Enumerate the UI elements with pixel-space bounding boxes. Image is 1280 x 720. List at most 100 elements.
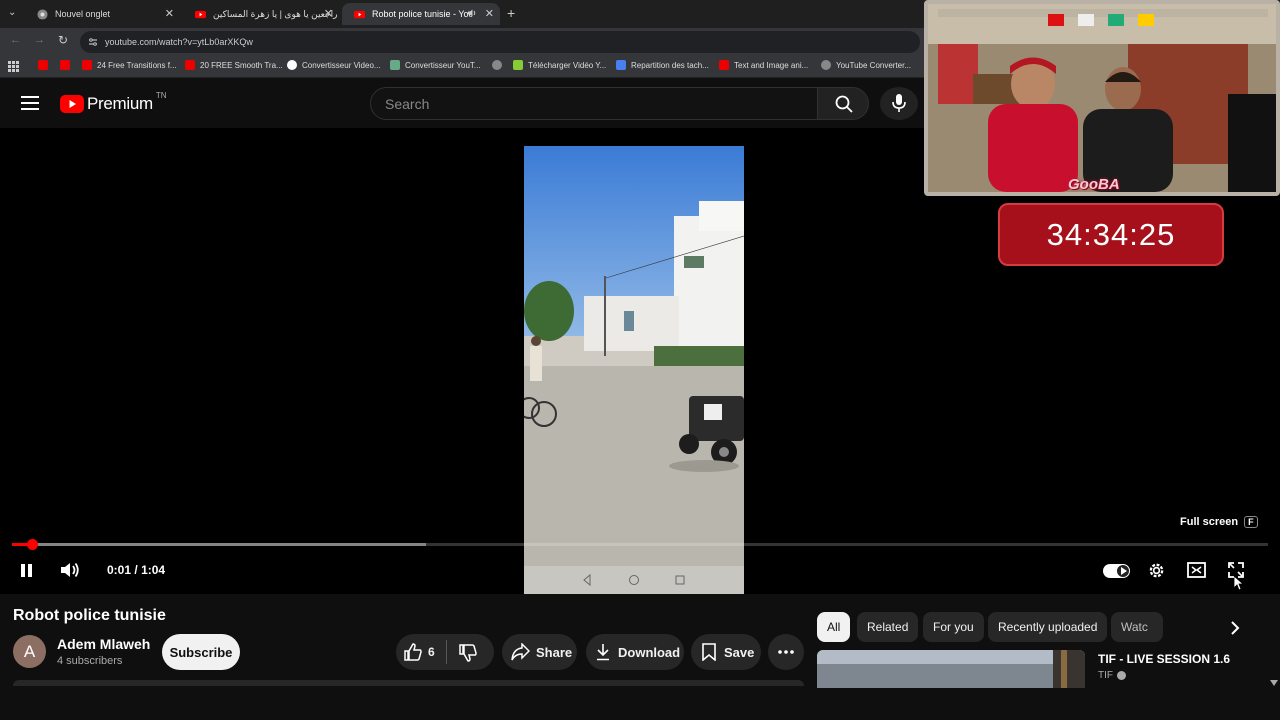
like-divider — [446, 640, 447, 664]
bookmark-item[interactable]: Repartition des tach... — [616, 60, 709, 70]
tab-robot-police[interactable]: Robot police tunisie - YouT ✕ — [342, 3, 500, 25]
reload-icon[interactable]: ↻ — [58, 33, 68, 47]
bookmark-item[interactable]: 24 Free Transitions f... — [82, 60, 177, 70]
youtube-premium-logo[interactable]: Premium TN — [60, 90, 167, 115]
download-icon — [597, 644, 609, 661]
bookmark-item[interactable]: Text and Image ani... — [719, 60, 808, 70]
download-favicon-icon — [513, 60, 523, 70]
webcam-overlay: GooBA — [924, 0, 1280, 196]
bookmark-youtube-2[interactable] — [60, 60, 75, 70]
subscribe-label: Subscribe — [169, 644, 233, 660]
thumbnail-image — [817, 650, 1085, 688]
fullscreen-tooltip: Full screen F — [1180, 516, 1258, 528]
time-separator: / — [134, 563, 138, 577]
save-button[interactable]: Save — [691, 634, 761, 670]
video-frame[interactable] — [524, 146, 744, 594]
thumbs-down-icon[interactable] — [459, 644, 477, 662]
timer-text: 34:34:25 — [1046, 216, 1176, 252]
bookmark-icon — [702, 643, 716, 661]
url-field[interactable]: youtube.com/watch?v=ytLb0arXKQw — [80, 31, 920, 53]
video-content-image — [524, 146, 744, 594]
watch-metadata: Robot police tunisie A Adem Mlaweh 4 sub… — [0, 594, 1280, 720]
chevron-right-icon[interactable] — [1230, 621, 1240, 635]
avatar-initial: A — [23, 641, 36, 661]
youtube-favicon-icon — [60, 60, 70, 70]
back-arrow-icon[interactable]: ← — [10, 34, 21, 46]
volume-icon[interactable] — [60, 561, 80, 579]
docs-favicon-icon — [616, 60, 626, 70]
bookmark-item[interactable]: 20 FREE Smooth Tra... — [185, 60, 283, 70]
video-title: Robot police tunisie — [13, 607, 166, 624]
tab-new-tab[interactable]: Nouvel onglet ✕ — [25, 3, 180, 25]
current-time: 0:01 — [107, 563, 132, 577]
description-box-edge[interactable] — [13, 680, 804, 686]
tooltip-label: Full screen — [1180, 516, 1239, 528]
subscribe-button[interactable]: Subscribe — [162, 634, 240, 670]
youtube-favicon-icon — [195, 10, 206, 18]
converter-favicon-icon — [390, 60, 400, 70]
download-label: Download — [618, 645, 681, 660]
webcam-image — [928, 4, 1276, 192]
forward-arrow-icon[interactable]: → — [34, 34, 45, 46]
bookmark-item[interactable]: YouTube Converter... — [821, 60, 911, 70]
chrome-icon — [37, 8, 48, 20]
chip-for-you[interactable]: For you — [923, 612, 984, 642]
region-code: TN — [155, 90, 167, 100]
chip-recently-uploaded[interactable]: Recently uploaded — [988, 612, 1108, 642]
progress-bar[interactable] — [12, 539, 1268, 550]
audio-playing-icon[interactable] — [467, 8, 477, 18]
like-dislike-group: 6 — [396, 634, 494, 670]
countdown-timer: 34:34:25 — [998, 203, 1224, 266]
verified-icon — [1117, 671, 1126, 680]
thumbs-up-icon[interactable] — [404, 643, 422, 661]
site-info-icon[interactable] — [88, 37, 98, 47]
scrubber-handle[interactable] — [27, 539, 39, 550]
google-favicon-icon — [287, 60, 297, 70]
chip-all[interactable]: All — [817, 612, 851, 642]
download-button[interactable]: Download — [586, 634, 684, 670]
bookmark-globe[interactable] — [492, 60, 507, 70]
cam-label: GooBA — [1068, 176, 1120, 193]
apps-grid-icon[interactable] — [8, 61, 19, 72]
video-player[interactable]: Full screen F 0:01 / 1:04 — [0, 128, 1280, 594]
menu-hamburger-icon[interactable] — [21, 96, 39, 110]
youtube-favicon-icon — [354, 10, 365, 18]
bookmark-item[interactable]: Convertisseur YouT... — [390, 60, 481, 70]
pause-icon[interactable] — [19, 563, 34, 578]
settings-gear-icon[interactable] — [1147, 561, 1166, 580]
scroll-down-arrow-icon[interactable] — [1270, 680, 1278, 686]
channel-avatar[interactable]: A — [13, 635, 46, 668]
bookmark-item[interactable]: Convertisseur Video... — [287, 60, 381, 70]
microphone-icon — [892, 94, 906, 112]
close-tab-icon[interactable]: ✕ — [324, 7, 333, 20]
search-button[interactable] — [817, 87, 869, 120]
save-label: Save — [724, 645, 755, 660]
more-actions-button[interactable] — [768, 634, 804, 670]
recommended-item[interactable]: TIF - LIVE SESSION 1.6 TIF — [817, 650, 1272, 688]
autoplay-toggle[interactable] — [1103, 564, 1130, 578]
recommended-title: TIF - LIVE SESSION 1.6 — [1098, 652, 1231, 666]
bookmark-item[interactable]: Télécharger Vidéo Y... — [513, 60, 606, 70]
tab-music[interactable]: راجعين يا هوى | يا زهرة المساكين ✕ — [183, 3, 339, 25]
channel-name[interactable]: Adem Mlaweh — [57, 636, 150, 652]
chip-related[interactable]: Related — [857, 612, 919, 642]
chip-watched[interactable]: Watc — [1111, 612, 1163, 642]
bookmark-youtube-1[interactable] — [38, 60, 53, 70]
youtube-favicon-icon — [82, 60, 92, 70]
like-count[interactable]: 6 — [428, 645, 435, 659]
new-tab-plus-icon[interactable]: + — [507, 5, 515, 21]
search-input[interactable]: Search — [370, 87, 818, 120]
logo-text: Premium — [87, 94, 153, 113]
youtube-favicon-icon — [185, 60, 195, 70]
voice-search-button[interactable] — [880, 87, 918, 120]
miniplayer-icon[interactable] — [1187, 562, 1206, 578]
share-icon — [511, 643, 530, 661]
youtube-logo-icon — [60, 95, 84, 113]
tab-list-dropdown-icon[interactable]: ⌄ — [8, 7, 16, 18]
close-tab-icon[interactable]: ✕ — [165, 7, 174, 20]
share-button[interactable]: Share — [502, 634, 577, 670]
recommended-thumbnail[interactable] — [817, 650, 1085, 688]
close-tab-icon[interactable]: ✕ — [485, 7, 494, 20]
tab-title: Nouvel onglet — [55, 9, 111, 19]
tab-title: راجعين يا هوى | يا زهرة المساكين — [213, 8, 338, 19]
